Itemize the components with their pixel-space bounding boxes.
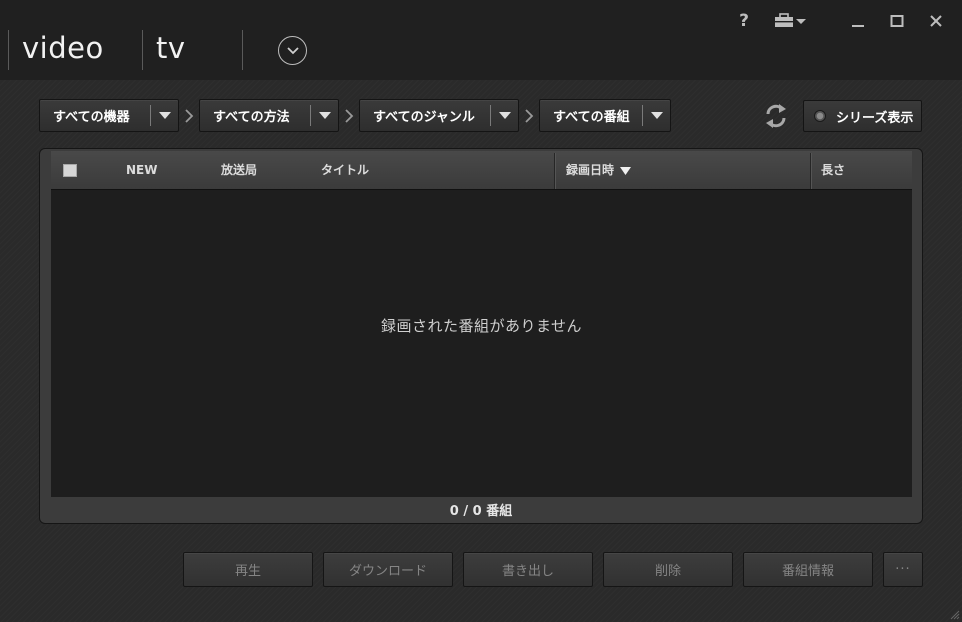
title-bar: video tv ?: [0, 0, 962, 80]
column-label: 録画日時: [566, 163, 615, 177]
nav-separator: [142, 30, 143, 70]
column-divider[interactable]: [810, 153, 811, 189]
radio-indicator: [814, 110, 826, 122]
resize-grip-icon[interactable]: [950, 610, 960, 620]
dropdown-toggle[interactable]: [311, 100, 338, 131]
sort-descending-icon: [620, 166, 632, 175]
maximize-button[interactable]: [888, 10, 906, 32]
toolbox-icon: [775, 13, 806, 27]
filter-label: すべての方法: [213, 110, 290, 125]
toolbox-menu-button[interactable]: [773, 10, 809, 32]
table-body: 録画された番組がありません: [51, 189, 912, 497]
more-actions-button[interactable]: ···: [883, 552, 923, 587]
minimize-icon: [852, 25, 864, 27]
series-view-label: シリーズ表示: [836, 110, 914, 126]
caret-down-icon: [650, 111, 663, 119]
delete-button[interactable]: 削除: [603, 552, 733, 587]
filter-program-dropdown[interactable]: すべての番組: [539, 99, 671, 132]
series-view-toggle[interactable]: シリーズ表示: [803, 100, 922, 132]
close-icon: [930, 15, 942, 27]
nav-separator: [8, 30, 9, 70]
minimize-button[interactable]: [849, 10, 867, 32]
chevron-right-icon: [525, 109, 534, 123]
recording-count: 0 / 0 番組: [449, 504, 513, 519]
column-recorded-date[interactable]: 録画日時: [566, 151, 632, 189]
filter-label: すべてのジャンル: [373, 110, 475, 125]
download-button[interactable]: ダウンロード: [323, 552, 453, 587]
caret-down-icon: [498, 111, 511, 119]
table-header: NEW 放送局 タイトル 録画日時 長さ: [51, 151, 912, 189]
chevron-right-icon: [345, 109, 354, 123]
maximize-icon: [890, 15, 904, 27]
filter-label: すべての機器: [53, 110, 130, 125]
filter-device-dropdown[interactable]: すべての機器: [39, 99, 179, 132]
dropdown-toggle[interactable]: [643, 100, 670, 131]
export-button[interactable]: 書き出し: [463, 552, 593, 587]
caret-down-icon: [158, 111, 171, 119]
caret-down-icon: [318, 111, 331, 119]
filter-genre-dropdown[interactable]: すべてのジャンル: [359, 99, 519, 132]
dropdown-toggle[interactable]: [491, 100, 518, 131]
chevron-right-icon: [185, 109, 194, 123]
program-info-button[interactable]: 番組情報: [743, 552, 873, 587]
select-all-checkbox[interactable]: [63, 164, 77, 177]
play-button[interactable]: 再生: [183, 552, 313, 587]
column-title[interactable]: タイトル: [321, 151, 369, 189]
empty-message: 録画された番組がありません: [380, 317, 583, 335]
nav-separator: [242, 30, 243, 70]
tab-video[interactable]: video: [22, 30, 104, 66]
column-duration[interactable]: 長さ: [821, 151, 845, 189]
help-button[interactable]: ?: [735, 10, 753, 32]
column-new[interactable]: NEW: [126, 151, 157, 189]
column-station[interactable]: 放送局: [221, 151, 257, 189]
recordings-panel: NEW 放送局 タイトル 録画日時 長さ 録画された番組がありません 0 / 0…: [39, 148, 923, 524]
tab-tv[interactable]: tv: [156, 30, 186, 66]
column-divider[interactable]: [554, 153, 555, 189]
filter-label: すべての番組: [553, 110, 630, 125]
close-button[interactable]: [927, 10, 945, 32]
dropdown-toggle[interactable]: [151, 100, 178, 131]
chevron-down-icon: [286, 46, 299, 54]
refresh-icon[interactable]: [764, 103, 788, 129]
more-tabs-button[interactable]: [278, 36, 307, 65]
filter-method-dropdown[interactable]: すべての方法: [199, 99, 339, 132]
